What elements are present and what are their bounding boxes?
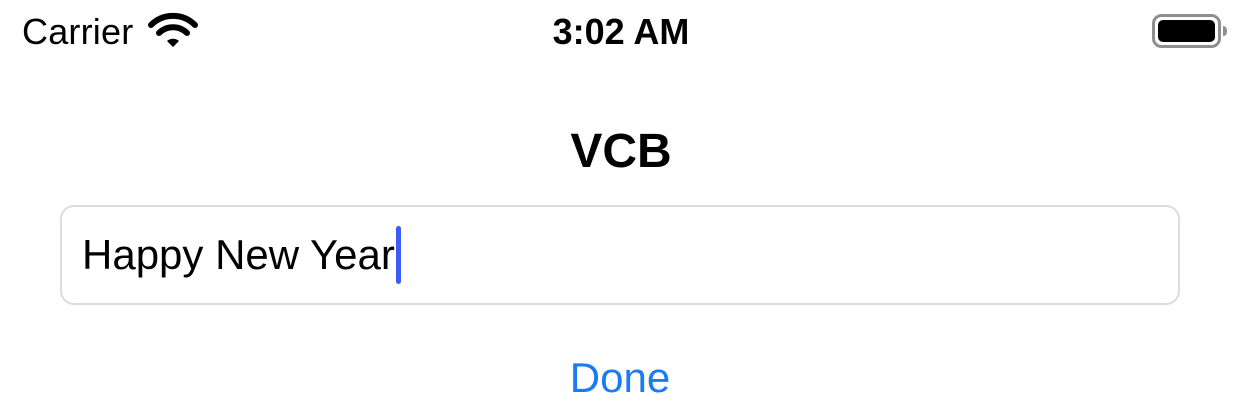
message-text-field[interactable]: Happy New Year: [60, 205, 1180, 305]
battery-icon: [1152, 14, 1227, 48]
status-bar: Carrier 3:02 AM: [0, 0, 1242, 66]
done-button[interactable]: Done: [520, 350, 720, 406]
app-screen: Carrier 3:02 AM VCB Happy New Year Done: [0, 0, 1242, 420]
text-field-content: Happy New Year: [82, 207, 401, 303]
status-time: 3:02 AM: [552, 11, 690, 52]
text-cursor: [395, 226, 401, 284]
text-field-value: Happy New Year: [82, 231, 395, 278]
page-title: VCB: [570, 125, 672, 178]
